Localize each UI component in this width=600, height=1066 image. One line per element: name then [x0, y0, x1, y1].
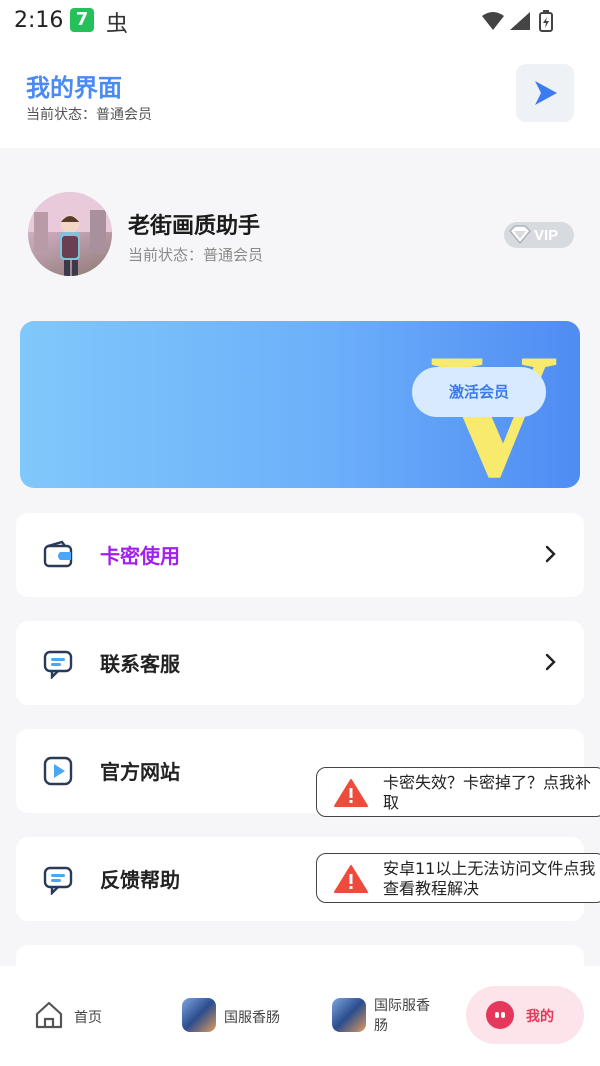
toast-message: 卡密失效？卡密掉了？点我补取	[383, 773, 592, 812]
toast-android11-help[interactable]: 安卓11以上无法访问文件点我查看教程解决	[316, 853, 600, 903]
play-box-icon	[43, 756, 73, 786]
play-button[interactable]	[516, 64, 574, 122]
vip-badge-text: VIP	[534, 227, 558, 244]
avatar[interactable]	[28, 192, 112, 276]
warning-icon	[334, 779, 368, 807]
menu-item-card-redeem[interactable]: 卡密使用	[16, 513, 584, 597]
avatar-illustration	[28, 192, 112, 276]
status-bar: 2:16 7 虫	[0, 0, 600, 42]
app-notification-icon: 7	[70, 8, 94, 32]
menu-item-label: 反馈帮助	[100, 868, 180, 892]
tab-me[interactable]: 我的	[466, 986, 584, 1044]
profile-name: 老街画质助手	[128, 214, 261, 239]
toast-card-help[interactable]: 卡密失效？卡密掉了？点我补取	[316, 767, 600, 817]
tab-label: 国服香肠	[224, 1010, 280, 1026]
menu-item-label: 联系客服	[100, 652, 180, 676]
page-subtitle: 当前状态：普通会员	[26, 107, 152, 123]
menu-item-label: 官方网站	[100, 760, 180, 784]
chat-icon	[43, 650, 73, 679]
warning-icon	[334, 865, 368, 893]
activate-membership-button[interactable]: 激活会员	[412, 367, 546, 417]
tab-home[interactable]: 首页	[34, 986, 124, 1044]
chevron-right-icon	[545, 545, 556, 563]
tab-intl-server[interactable]: 国际服香肠	[332, 986, 442, 1044]
wallet-icon	[43, 540, 73, 568]
me-icon	[486, 1001, 514, 1029]
home-icon	[35, 1001, 63, 1029]
signal-icon	[510, 12, 530, 30]
play-icon	[535, 81, 557, 105]
menu-item-label: 卡密使用	[100, 544, 180, 568]
vip-badge-icon: VIP	[504, 222, 574, 248]
tab-label: 国际服香肠	[374, 998, 430, 1034]
page-title: 我的界面	[26, 74, 122, 102]
tab-label: 我的	[526, 1009, 554, 1025]
battery-icon	[539, 10, 553, 32]
status-time: 2:16	[14, 8, 64, 33]
profile-card: 老街画质助手 当前状态：普通会员 VIP	[0, 150, 600, 300]
toast-message: 安卓11以上无法访问文件点我查看教程解决	[383, 859, 596, 898]
tab-label: 首页	[74, 1010, 102, 1026]
game-icon	[332, 998, 366, 1032]
vip-banner[interactable]: V 激活会员	[20, 321, 580, 488]
tab-cn-server[interactable]: 国服香肠	[182, 986, 302, 1044]
page-header: 我的界面 当前状态：普通会员	[0, 42, 600, 148]
profile-status: 当前状态：普通会员	[128, 246, 264, 264]
bug-icon: 虫	[106, 12, 129, 37]
menu-item-contact-support[interactable]: 联系客服	[16, 621, 584, 705]
bottom-tab-bar: 首页 国服香肠 国际服香肠 我的	[0, 966, 600, 1066]
chevron-right-icon	[545, 653, 556, 671]
system-icons	[482, 10, 553, 32]
wifi-icon	[482, 12, 504, 30]
game-icon	[182, 998, 216, 1032]
feedback-icon	[43, 866, 73, 895]
